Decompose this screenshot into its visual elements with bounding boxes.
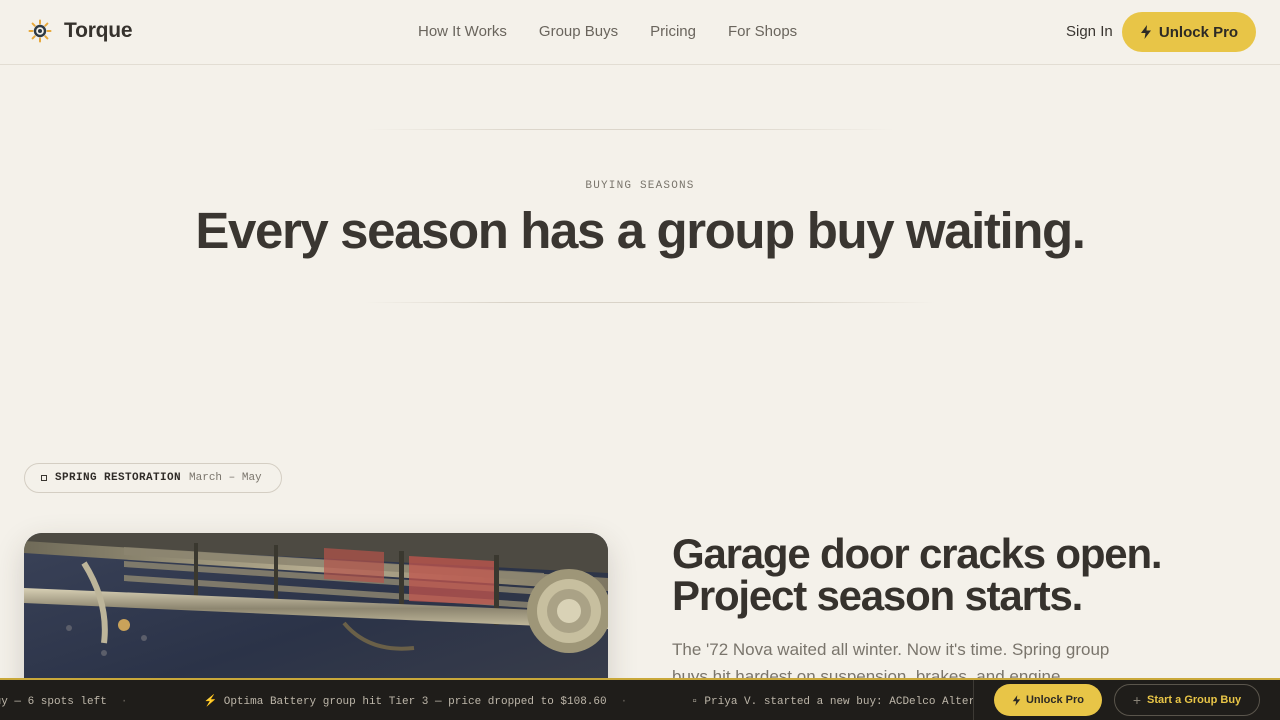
season-title-line1: Garage door cracks open.	[672, 530, 1163, 577]
season-dates: March – May	[189, 472, 262, 484]
nav-pricing[interactable]: Pricing	[650, 23, 696, 41]
hero-eyebrow: BUYING SEASONS	[585, 180, 695, 192]
sign-in-link[interactable]: Sign In	[1066, 23, 1113, 41]
hero-title: Every season has a group buy waiting.	[195, 202, 1086, 259]
ticker-item: buy — 6 spots left	[0, 696, 107, 708]
activity-ticker: buy — 6 spots left · ⚡ Optima Battery grou…	[0, 678, 1280, 720]
ticker-separator: ·	[620, 696, 628, 708]
nav-for-shops[interactable]: For Shops	[728, 23, 797, 41]
lightning-icon	[1140, 25, 1151, 39]
season-square-icon	[41, 475, 47, 481]
start-group-buy-label: Start a Group Buy	[1147, 694, 1242, 706]
nav-group-buys[interactable]: Group Buys	[539, 23, 618, 41]
ticker-divider	[973, 680, 974, 720]
ticker-separator: ·	[120, 696, 128, 708]
hero-divider-bottom	[365, 302, 935, 303]
ticker-item: ▫ Priya V. started a new buy: ACDelco Al…	[691, 696, 974, 708]
hero-divider-top	[365, 129, 895, 130]
nav-how-it-works[interactable]: How It Works	[418, 23, 507, 41]
unlock-pro-button[interactable]: Unlock Pro	[1122, 12, 1256, 52]
site-header: Torque How It Works Group Buys Pricing F…	[0, 0, 1280, 65]
plus-icon: +	[1132, 692, 1142, 708]
sun-gear-logo-icon	[28, 19, 52, 43]
season-title: Garage door cracks open. Project season …	[672, 533, 1252, 617]
brand[interactable]: Torque	[28, 19, 133, 43]
lightning-icon	[1012, 694, 1021, 706]
ticker-track: buy — 6 spots left · ⚡ Optima Battery grou…	[0, 680, 974, 720]
unlock-pro-label: Unlock Pro	[1158, 23, 1239, 41]
ticker-unlock-pro-button[interactable]: Unlock Pro	[994, 684, 1102, 716]
ticker-item: ⚡ Optima Battery group hit Tier 3 — pric…	[203, 696, 607, 708]
start-group-buy-button[interactable]: + Start a Group Buy	[1114, 684, 1260, 716]
brand-name: Torque	[64, 19, 133, 42]
season-name: SPRING RESTORATION	[55, 472, 182, 484]
ticker-unlock-pro-label: Unlock Pro	[1025, 694, 1085, 706]
season-title-line2: Project season starts.	[672, 572, 1083, 619]
main-nav: How It Works Group Buys Pricing For Shop…	[418, 23, 829, 41]
season-pill: SPRING RESTORATION March – May	[24, 463, 282, 493]
